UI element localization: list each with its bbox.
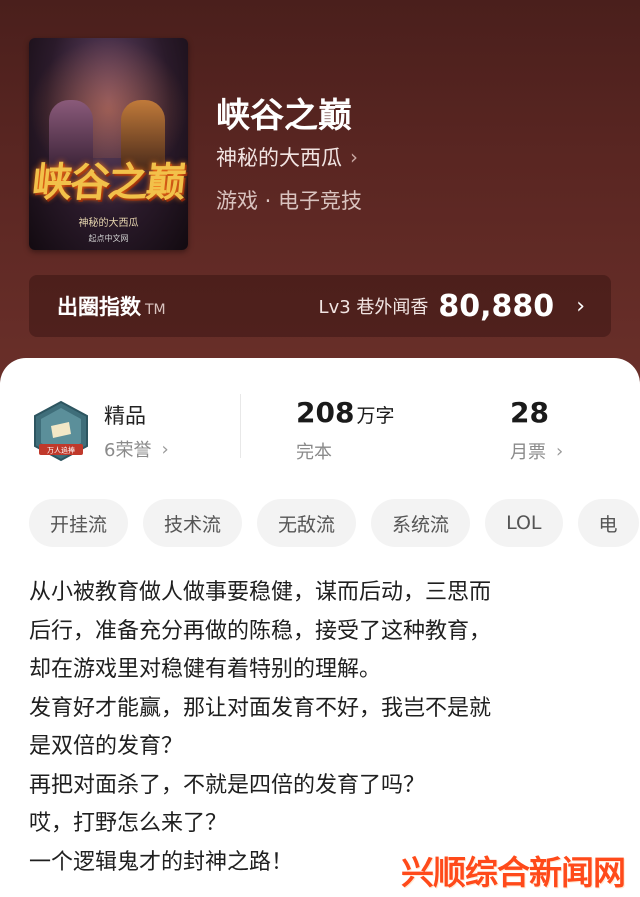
cover-title: 峡谷之巅 — [29, 159, 187, 206]
chevron-right-icon: › — [161, 438, 169, 460]
stats-row: 万人追捧 精品 6荣誉 › 208 万字 完本 28 月票 › — [0, 358, 640, 478]
word-count-unit: 万字 — [356, 405, 395, 427]
synopsis-line: 却在游戏里对稳健有着特别的理解。 — [29, 657, 382, 682]
book-cover[interactable]: 峡谷之巅 神秘的大西瓜 起点中文网 — [29, 38, 188, 250]
book-header: 峡谷之巅 神秘的大西瓜 起点中文网 峡谷之巅 神秘的大西瓜 › 游戏 · 电子竞… — [0, 0, 640, 400]
honor-link[interactable]: 6荣誉 › — [104, 436, 169, 462]
chevron-right-icon: › — [556, 440, 564, 462]
chevron-right-icon: › — [576, 293, 585, 319]
tag-chip[interactable]: 无敌流 — [257, 499, 357, 547]
author-name: 神秘的大西瓜 — [216, 146, 342, 170]
monthly-votes-link[interactable]: 月票 › — [510, 438, 563, 464]
cover-author: 神秘的大西瓜 — [78, 218, 139, 229]
tag-chip[interactable]: 电 — [577, 499, 639, 547]
cover-site-logo: 起点中文网 — [88, 234, 129, 243]
badge-text: 万人追捧 — [47, 446, 75, 455]
monthly-votes-label: 月票 — [510, 442, 546, 463]
honor-count: 6荣誉 — [104, 440, 152, 461]
circle-index-bar[interactable]: 出圈指数 TM Lv3 巷外闻香 80,880 › — [29, 275, 611, 337]
word-count: 208 万字 — [296, 396, 394, 429]
tag-chip[interactable]: 开挂流 — [29, 499, 129, 547]
word-count-value: 208 — [296, 396, 355, 429]
synopsis-line: 哎，打野怎么来了？ — [29, 811, 228, 836]
honor-badge-icon: 万人追捧 — [34, 400, 88, 462]
monthly-votes-value: 28 — [510, 396, 549, 429]
tag-list: 开挂流 技术流 无敌流 系统流 LOL 电 — [29, 499, 640, 547]
synopsis: 从小被教育做人做事要稳健，谋而后动，三思而 后行，准备充分再做的陈稳，接受了这种… — [29, 574, 619, 882]
book-genre: 游戏 · 电子竞技 — [216, 189, 363, 213]
trademark-mark: TM — [145, 302, 166, 318]
site-watermark: 兴顺综合新闻网 — [386, 842, 640, 897]
circle-index-level: Lv3 巷外闻香 — [318, 297, 429, 318]
synopsis-line: 是双倍的发育？ — [29, 734, 184, 759]
book-status: 完本 — [296, 442, 332, 463]
synopsis-line: 从小被教育做人做事要稳健，谋而后动，三思而 — [29, 580, 492, 605]
chevron-right-icon: › — [350, 145, 358, 169]
circle-index-label: 出圈指数 — [57, 295, 141, 319]
tag-chip[interactable]: LOL — [485, 499, 563, 547]
tag-chip[interactable]: 技术流 — [143, 499, 243, 547]
tag-chip[interactable]: 系统流 — [371, 499, 471, 547]
honor-title: 精品 — [104, 404, 146, 428]
watermark-text: 兴顺综合新闻网 — [401, 852, 626, 892]
synopsis-line: 后行，准备充分再做的陈稳，接受了这种教育， — [29, 618, 492, 644]
divider — [240, 394, 241, 458]
synopsis-line: 发育好才能赢，那让对面发育不好，我岂不是就 — [29, 695, 492, 721]
synopsis-line: 再把对面杀了，不就是四倍的发育了吗？ — [29, 772, 426, 798]
author-link[interactable]: 神秘的大西瓜 › — [216, 142, 358, 172]
circle-index-value: 80,880 — [438, 288, 555, 324]
book-title: 峡谷之巅 — [216, 96, 352, 136]
book-detail-sheet: 万人追捧 精品 6荣誉 › 208 万字 完本 28 月票 › 开挂流 技术流 … — [0, 358, 640, 897]
